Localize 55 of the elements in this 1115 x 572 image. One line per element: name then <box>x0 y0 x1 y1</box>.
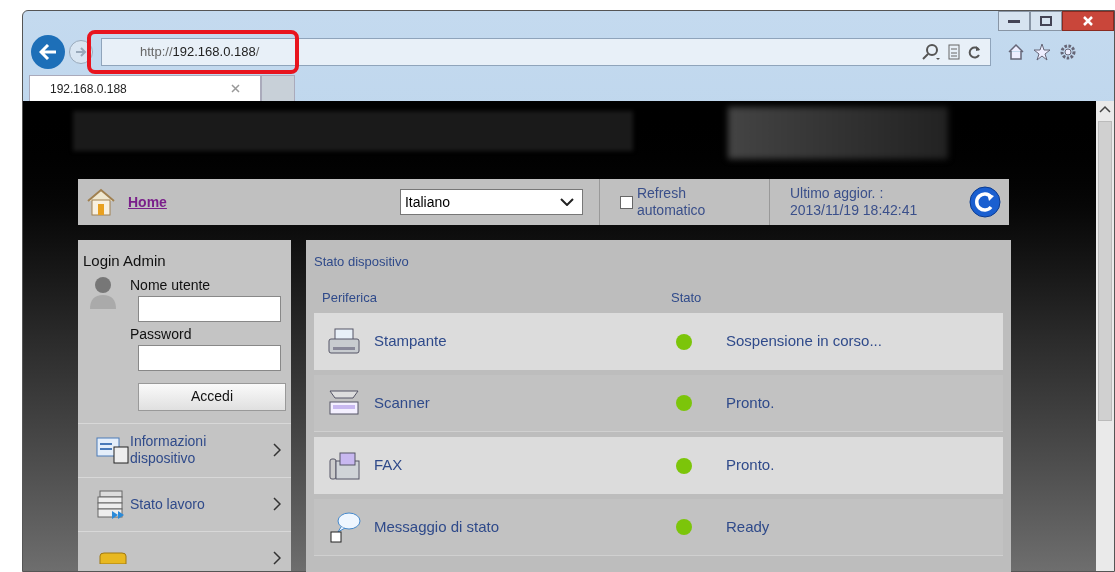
settings-icon[interactable] <box>1059 43 1077 61</box>
column-header: Periferica <box>322 288 378 307</box>
column-header: Stato <box>671 288 702 307</box>
printer-icon <box>327 326 361 357</box>
back-button[interactable] <box>31 35 65 69</box>
username-field[interactable] <box>138 295 281 322</box>
scroll-up-icon[interactable] <box>1099 105 1111 113</box>
device-name: Scanner <box>374 392 431 413</box>
device-name: FAX <box>374 455 404 476</box>
username-label: Nome utente <box>130 275 212 295</box>
device-name: Messaggio di stato <box>374 516 501 537</box>
login-button[interactable]: Accedi <box>138 382 286 411</box>
fax-machine-icon <box>327 450 361 481</box>
device-info-icon <box>96 435 130 465</box>
close-button[interactable] <box>1062 11 1114 31</box>
home-link[interactable]: Home <box>128 191 167 213</box>
refresh-icon[interactable] <box>968 44 982 60</box>
refresh-icon[interactable] <box>969 186 1001 218</box>
password-label: Password <box>130 324 193 344</box>
menu-item[interactable]: Stato lavoro <box>78 476 291 531</box>
status-text: Ready <box>726 516 770 537</box>
browser-tab[interactable]: 192.168.0.188 <box>29 75 261 101</box>
device-name: Stampante <box>374 331 448 352</box>
auto-refresh-checkbox[interactable] <box>619 195 633 209</box>
search-icon[interactable] <box>922 44 940 60</box>
status-text: Pronto. <box>726 455 775 476</box>
login-title: Login Admin <box>83 251 167 271</box>
password-field[interactable] <box>138 344 281 371</box>
close-x-icon <box>1083 16 1093 26</box>
language-select[interactable]: Italiano <box>399 189 583 215</box>
chevron-right-icon <box>273 497 281 511</box>
scroll-thumb[interactable] <box>1098 121 1112 421</box>
status-text: Pronto. <box>726 392 775 413</box>
chevron-down-icon <box>559 198 574 206</box>
house-icon <box>86 187 116 217</box>
folder-icon <box>96 552 130 564</box>
speech-bubble-icon <box>327 510 361 544</box>
chevron-right-icon <box>273 443 281 457</box>
auto-refresh-label: Refresh automatico <box>636 185 707 219</box>
menu-item[interactable]: Informazioni dispositivo <box>78 422 291 477</box>
scanner-icon <box>327 388 361 418</box>
chevron-right-icon <box>273 551 281 565</box>
address-bar[interactable]: http://192.168.0.188/ <box>101 38 991 66</box>
url-text: http://192.168.0.188/ <box>140 43 260 62</box>
arrow-right-icon <box>75 47 87 57</box>
user-silhouette-icon <box>88 274 118 311</box>
star-icon[interactable] <box>1033 43 1051 61</box>
maximize-button[interactable] <box>1030 11 1062 31</box>
last-update-text: Ultimo aggior. : 2013/11/19 18:42:41 <box>789 185 919 219</box>
home-icon[interactable] <box>1007 43 1025 61</box>
arrow-left-icon <box>39 44 57 60</box>
close-tab-icon[interactable] <box>231 84 240 93</box>
status-title: Stato dispositivo <box>314 253 410 271</box>
minimize-button[interactable] <box>998 11 1030 31</box>
status-text: Sospensione in corso... <box>726 331 882 352</box>
